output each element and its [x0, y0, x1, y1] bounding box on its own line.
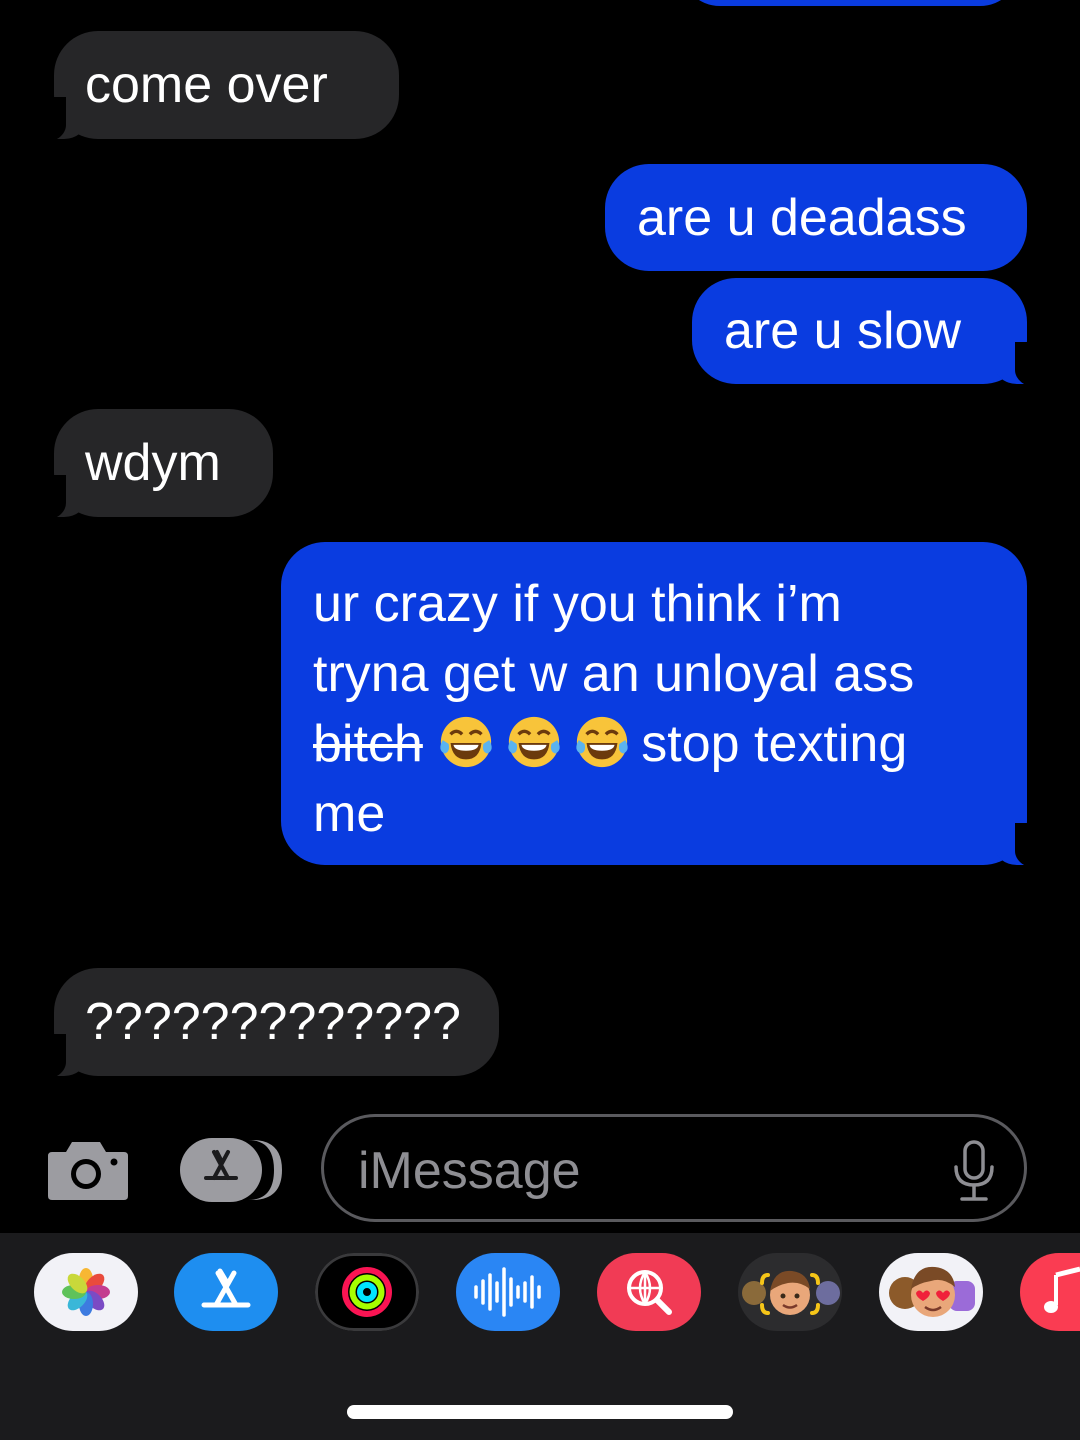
apps-button[interactable]: [178, 1138, 282, 1202]
message-text: are u slow: [724, 302, 961, 360]
messages-screen: come over are u deadass are u slow wdym …: [0, 0, 1080, 1440]
app-music[interactable]: [1020, 1253, 1080, 1331]
app-animoji[interactable]: [879, 1253, 983, 1331]
app-audio-message[interactable]: [456, 1253, 560, 1331]
app-web-images[interactable]: [597, 1253, 701, 1331]
app-photos[interactable]: [34, 1253, 138, 1331]
face-with-tears-of-joy-icon: [576, 716, 628, 768]
message-text: are u deadass: [637, 189, 967, 247]
message-line: bitch stop texting: [313, 709, 1027, 779]
photos-icon: [34, 1253, 138, 1331]
microphone-icon: [954, 1140, 994, 1201]
message-text: wdym: [85, 434, 221, 492]
activity-rings-icon: [315, 1253, 419, 1331]
message-line: tryna get w an unloyal ass: [313, 645, 915, 703]
memoji-icon: [738, 1253, 842, 1331]
input-placeholder: iMessage: [358, 1142, 581, 1200]
previous-sent-bubble-edge[interactable]: [680, 0, 1020, 6]
message-input[interactable]: iMessage: [321, 1114, 1027, 1222]
waveform-icon: [456, 1253, 560, 1331]
received-message[interactable]: wdym: [26, 409, 273, 521]
app-memoji-stickers[interactable]: [738, 1253, 842, 1331]
memoji-heart-eyes-icon: [879, 1253, 983, 1331]
home-indicator[interactable]: [347, 1405, 733, 1419]
struck-word: bitch: [313, 715, 423, 773]
message-line: ur crazy if you think i’m: [313, 575, 842, 633]
app-app-store[interactable]: [174, 1253, 278, 1331]
message-text: come over: [85, 56, 328, 114]
sent-message[interactable]: are u slow: [692, 278, 1055, 388]
app-store-icon: [174, 1253, 278, 1331]
face-with-tears-of-joy-icon: [440, 716, 492, 768]
music-note-icon: [1020, 1253, 1080, 1331]
message-text: ur crazy if you think i’m tryna get w an…: [313, 569, 1027, 849]
received-message[interactable]: ?????????????: [26, 968, 499, 1080]
received-message[interactable]: come over: [26, 31, 399, 143]
camera-button[interactable]: [44, 1138, 128, 1202]
message-line: me: [313, 785, 386, 843]
dictation-button[interactable]: [950, 1139, 998, 1203]
globe-search-icon: [597, 1253, 701, 1331]
face-with-tears-of-joy-icon: [508, 716, 560, 768]
sent-message[interactable]: ur crazy if you think i’m tryna get w an…: [281, 542, 1055, 869]
message-text: ?????????????: [85, 993, 461, 1051]
message-fragment: stop texting: [641, 715, 908, 773]
app-store-icon: [180, 1138, 282, 1202]
app-activity[interactable]: [315, 1253, 419, 1331]
sent-message[interactable]: are u deadass: [605, 164, 1027, 271]
camera-icon: [48, 1142, 128, 1200]
